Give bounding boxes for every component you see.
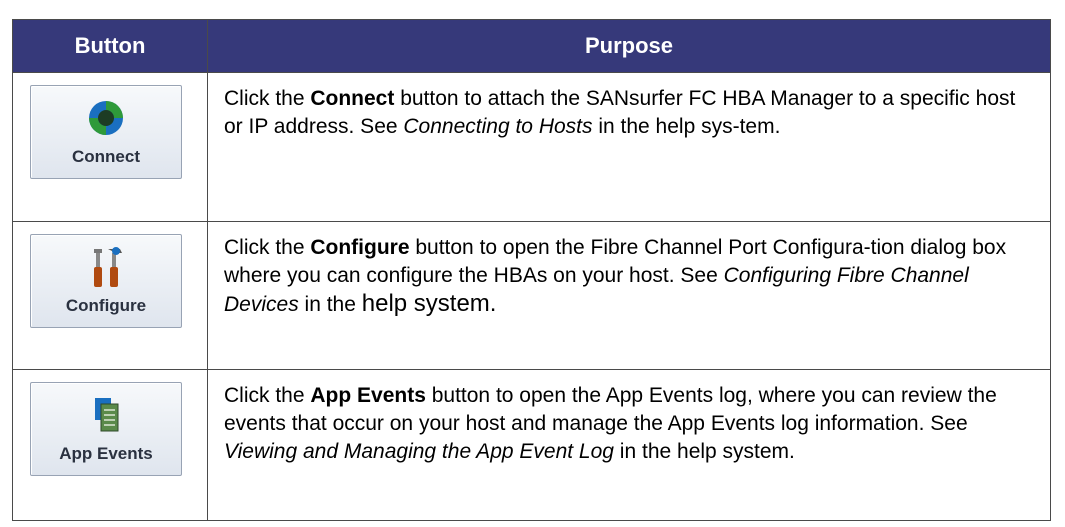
header-purpose: Purpose [207, 18, 1051, 74]
table-row: App Events Click the App Events button t… [12, 369, 1051, 521]
header-row: Button Purpose [12, 18, 1051, 74]
connect-button[interactable]: Connect [30, 85, 182, 180]
app-events-button-label: App Events [59, 444, 153, 464]
table-row: Configure Click the Configure button to … [12, 220, 1051, 371]
connect-icon [89, 101, 123, 136]
configure-button-label: Configure [65, 295, 147, 315]
header-button: Button [12, 18, 208, 74]
app-events-icon [95, 398, 119, 432]
configure-tools-icon [94, 246, 122, 287]
purpose-cell: Click the Configure button to open the F… [207, 220, 1051, 371]
configure-button[interactable]: Configure [30, 233, 182, 328]
purpose-cell: Click the Connect button to attach the S… [207, 72, 1051, 222]
table-row: Connect Click the Connect button to atta… [12, 72, 1051, 222]
purpose-cell: Click the App Events button to open the … [207, 369, 1051, 521]
connect-button-label: Connect [72, 147, 140, 167]
app-events-button[interactable]: App Events [30, 382, 182, 477]
button-purpose-table: Button Purpose Connect Click the Connect… [12, 18, 1051, 521]
